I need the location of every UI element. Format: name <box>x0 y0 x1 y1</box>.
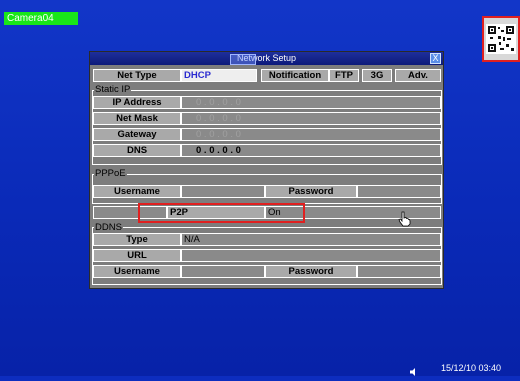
pppoe-password-label: Password <box>265 185 357 198</box>
tab-adv[interactable]: Adv. <box>395 69 441 82</box>
ddns-type-field[interactable]: N/A <box>181 233 441 246</box>
pppoe-legend: PPPoE <box>94 168 127 179</box>
tab-3g[interactable]: 3G <box>362 69 392 82</box>
gateway-field[interactable]: 0 . 0 . 0 . 0 <box>181 128 441 141</box>
ddns-url-field[interactable] <box>181 249 441 262</box>
pppoe-username-field[interactable] <box>181 185 265 198</box>
net-mask-field[interactable]: 0 . 0 . 0 . 0 <box>181 112 441 125</box>
p2p-highlight-box <box>138 203 305 223</box>
speaker-icon[interactable] <box>410 363 419 381</box>
pointer-cursor-icon <box>397 211 411 232</box>
ddns-password-field[interactable] <box>357 265 441 278</box>
pppoe-username-label: Username <box>93 185 181 198</box>
tab-ftp[interactable]: FTP <box>329 69 359 82</box>
ddns-username-label: Username <box>93 265 181 278</box>
net-mask-label: Net Mask <box>93 112 181 125</box>
qr-code-icon[interactable] <box>482 16 520 62</box>
ddns-legend: DDNS <box>94 222 123 233</box>
net-type-value[interactable]: DHCP <box>181 69 257 82</box>
ddns-username-field[interactable] <box>181 265 265 278</box>
title-selection-overlay <box>230 54 256 65</box>
dns-field[interactable]: 0 . 0 . 0 . 0 <box>181 144 441 157</box>
camera-label: Camera04 <box>4 12 78 25</box>
ddns-type-label: Type <box>93 233 181 246</box>
network-setup-dialog: Network Setup X Net Type DHCP Notificati… <box>89 51 444 289</box>
gateway-label: Gateway <box>93 128 181 141</box>
static-ip-legend: Static IP <box>94 84 132 95</box>
datetime-display: 15/12/10 03:40 <box>441 363 502 373</box>
ddns-password-label: Password <box>265 265 357 278</box>
ip-address-label: IP Address <box>93 96 181 109</box>
pppoe-password-field[interactable] <box>357 185 441 198</box>
ip-address-field[interactable]: 0 . 0 . 0 . 0 <box>181 96 441 109</box>
net-type-label: Net Type <box>93 69 181 82</box>
dns-label: DNS <box>93 144 181 157</box>
dialog-titlebar: Network Setup <box>90 52 443 65</box>
screen-background: Camera04 Network Setup X Net Type DHCP N… <box>0 0 520 376</box>
tab-notification[interactable]: Notification <box>261 69 329 82</box>
close-icon[interactable]: X <box>430 53 441 64</box>
ddns-url-label: URL <box>93 249 181 262</box>
